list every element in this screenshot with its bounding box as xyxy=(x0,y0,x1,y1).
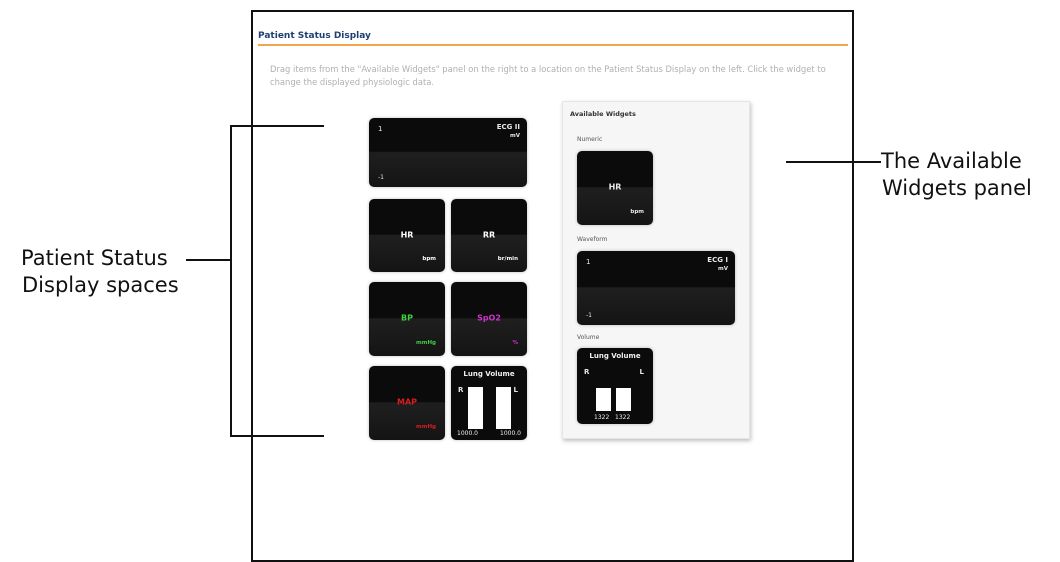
left-bracket-bottom xyxy=(230,435,324,437)
right-annotation-line2: Widgets panel xyxy=(882,176,1032,200)
palette-widget-ecg[interactable]: 1 ECG I mV -1 xyxy=(577,251,735,325)
left-annotation-pointer xyxy=(186,259,231,261)
palette-ecg-unit: mV xyxy=(718,266,728,272)
instructions-text: Drag items from the "Available Widgets" … xyxy=(270,64,826,87)
spo2-unit: % xyxy=(512,340,518,346)
lung-right-bar xyxy=(468,387,483,429)
bp-label: BP xyxy=(401,313,413,323)
hr-label: HR xyxy=(400,230,414,240)
lung-volume-title: Lung Volume xyxy=(463,370,515,378)
waveform-section-label: Waveform xyxy=(577,236,608,243)
map-label: MAP xyxy=(396,397,417,407)
spo2-label: SpO2 xyxy=(477,313,501,323)
rr-label: RR xyxy=(482,230,496,240)
palette-lung-right-bar xyxy=(596,388,611,411)
lung-left-bar xyxy=(496,387,511,429)
palette-widget-hr[interactable]: HR bpm xyxy=(577,151,653,225)
lung-left-label: L xyxy=(513,386,518,394)
map-unit: mmHg xyxy=(415,424,436,430)
ecg-unit: mV xyxy=(510,133,520,139)
lung-right-value: 1000.0 xyxy=(457,430,478,437)
hr-unit: bpm xyxy=(422,256,436,262)
palette-ecg-bottom-value: -1 xyxy=(586,312,592,319)
right-annotation-pointer xyxy=(786,161,881,163)
palette-ecg-label-block: ECG I mV xyxy=(707,256,728,273)
rr-unit: br/min xyxy=(497,256,518,262)
palette-lung-left-bar xyxy=(616,388,631,411)
display-widget-map[interactable]: MAP mmHg xyxy=(369,366,445,440)
ecg-label: ECG II xyxy=(496,123,520,131)
page-title: Patient Status Display xyxy=(258,31,371,41)
ecg-top-value: 1 xyxy=(378,125,383,133)
ecg-label-block: ECG II mV xyxy=(497,123,520,140)
volume-section-label: Volume xyxy=(577,334,600,341)
title-divider xyxy=(258,44,848,46)
display-widget-bp[interactable]: BP mmHg xyxy=(369,282,445,356)
display-widget-spo2[interactable]: SpO2 % xyxy=(451,282,527,356)
left-bracket-vertical xyxy=(230,125,232,436)
left-annotation-line2: Display spaces xyxy=(22,273,179,297)
palette-ecg-top-value: 1 xyxy=(586,258,591,266)
palette-lung-left-label: L xyxy=(639,368,644,376)
palette-hr-unit: bpm xyxy=(630,209,644,215)
display-widget-ecg[interactable]: 1 ECG II mV -1 xyxy=(369,118,527,187)
patient-status-window xyxy=(251,10,854,562)
display-widget-rr[interactable]: RR br/min xyxy=(451,199,527,272)
palette-lung-right-value: 1322 xyxy=(594,414,610,421)
numeric-section-label: Numeric xyxy=(577,136,603,143)
left-bracket-top xyxy=(230,125,324,127)
display-widget-hr[interactable]: HR bpm xyxy=(369,199,445,272)
display-widget-lung-volume[interactable]: Lung Volume R L 1000.0 1000.0 xyxy=(451,366,527,440)
right-annotation-line1: The Available xyxy=(881,149,1022,173)
palette-widget-lung-volume[interactable]: Lung Volume R L 1322 1322 xyxy=(577,348,653,424)
panel-title: Available Widgets xyxy=(570,110,636,118)
bp-unit: mmHg xyxy=(415,340,436,346)
ecg-bottom-value: -1 xyxy=(378,174,384,181)
palette-hr-label: HR xyxy=(608,182,622,192)
lung-left-value: 1000.0 xyxy=(500,430,521,437)
left-annotation-line1: Patient Status xyxy=(21,246,168,270)
palette-lung-left-value: 1322 xyxy=(615,414,631,421)
palette-lung-right-label: R xyxy=(584,368,590,376)
lung-right-label: R xyxy=(458,386,464,394)
palette-lung-title: Lung Volume xyxy=(589,352,641,360)
palette-ecg-label: ECG I xyxy=(707,256,728,264)
